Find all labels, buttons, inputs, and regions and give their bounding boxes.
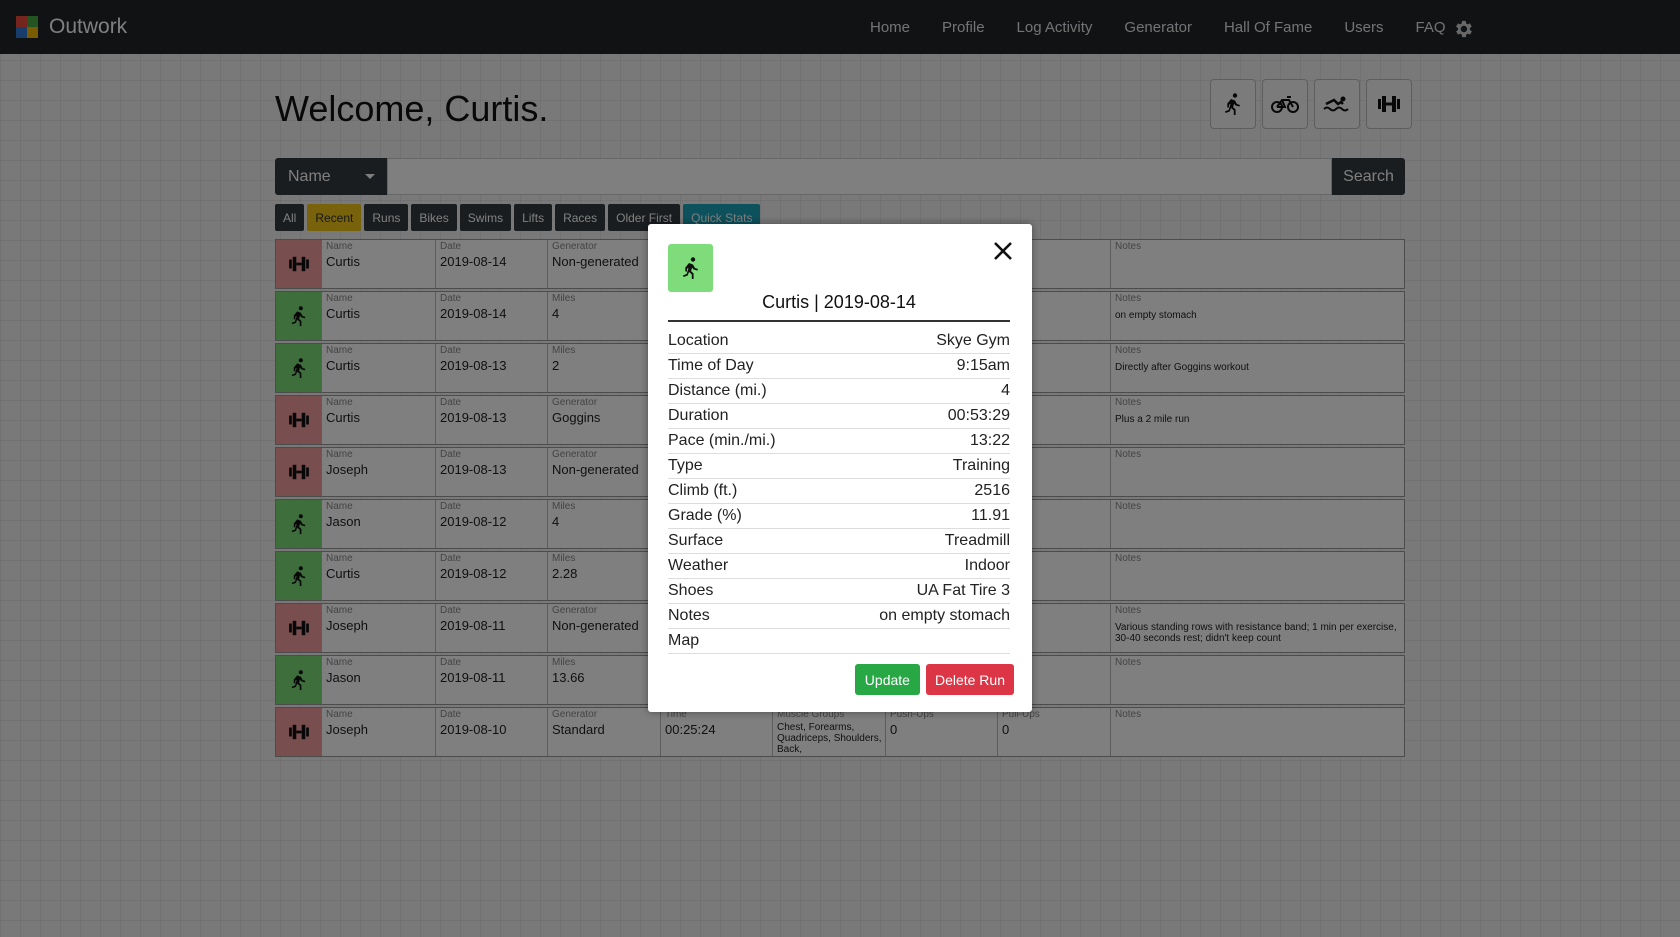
detail-row: Grade (%) 11.91 [668, 504, 1010, 529]
detail-label: Surface [668, 532, 724, 549]
detail-label: Grade (%) [668, 507, 742, 524]
detail-row: Duration 00:53:29 [668, 404, 1010, 429]
detail-value: Treadmill [944, 532, 1010, 549]
detail-row: Location Skye Gym [668, 329, 1010, 354]
detail-label: Pace (min./mi.) [668, 432, 776, 449]
detail-label: Notes [668, 607, 710, 624]
detail-list: Location Skye Gym Time of Day 9:15am Distanc… [668, 329, 1010, 654]
detail-label: Duration [668, 407, 729, 424]
detail-label: Location [668, 332, 729, 349]
detail-value: 00:53:29 [947, 407, 1010, 424]
detail-row: Weather Indoor [668, 554, 1010, 579]
activity-detail-modal: Curtis | 2019-08-14 Location Skye Gym Time… [648, 224, 1032, 712]
detail-value: Training [952, 457, 1010, 474]
modal-actions: Update Delete Run [854, 664, 1014, 695]
detail-value: 4 [1001, 382, 1010, 399]
detail-value: 11.91 [971, 507, 1010, 524]
detail-label: Map [668, 632, 700, 649]
detail-row: Map [668, 629, 1010, 654]
detail-label: Weather [668, 557, 729, 574]
detail-label: Distance (mi.) [668, 382, 767, 399]
detail-row: Shoes UA Fat Tire 3 [668, 579, 1010, 604]
detail-value: Skye Gym [936, 332, 1010, 349]
detail-label: Type [668, 457, 703, 474]
detail-label: Shoes [668, 582, 714, 599]
detail-row: Pace (min./mi.) 13:22 [668, 429, 1010, 454]
detail-value: 9:15am [956, 357, 1010, 374]
detail-row: Type Training [668, 454, 1010, 479]
detail-value: Indoor [964, 557, 1010, 574]
runner-icon [668, 244, 713, 292]
detail-row: Notes on empty stomach [668, 604, 1010, 629]
detail-row: Time of Day 9:15am [668, 354, 1010, 379]
detail-value: 2516 [974, 482, 1010, 499]
detail-label: Time of Day [668, 357, 754, 374]
modal-title: Curtis | 2019-08-14 [668, 292, 1010, 322]
detail-label: Climb (ft.) [668, 482, 738, 499]
delete-run-button[interactable]: Delete Run [925, 664, 1014, 695]
update-button[interactable]: Update [854, 664, 920, 695]
detail-value: on empty stomach [879, 607, 1010, 624]
detail-value: 13:22 [969, 432, 1010, 449]
detail-row: Climb (ft.) 2516 [668, 479, 1010, 504]
close-icon[interactable] [992, 240, 1014, 262]
detail-row: Distance (mi.) 4 [668, 379, 1010, 404]
detail-row: Surface Treadmill [668, 529, 1010, 554]
detail-value: UA Fat Tire 3 [916, 582, 1010, 599]
